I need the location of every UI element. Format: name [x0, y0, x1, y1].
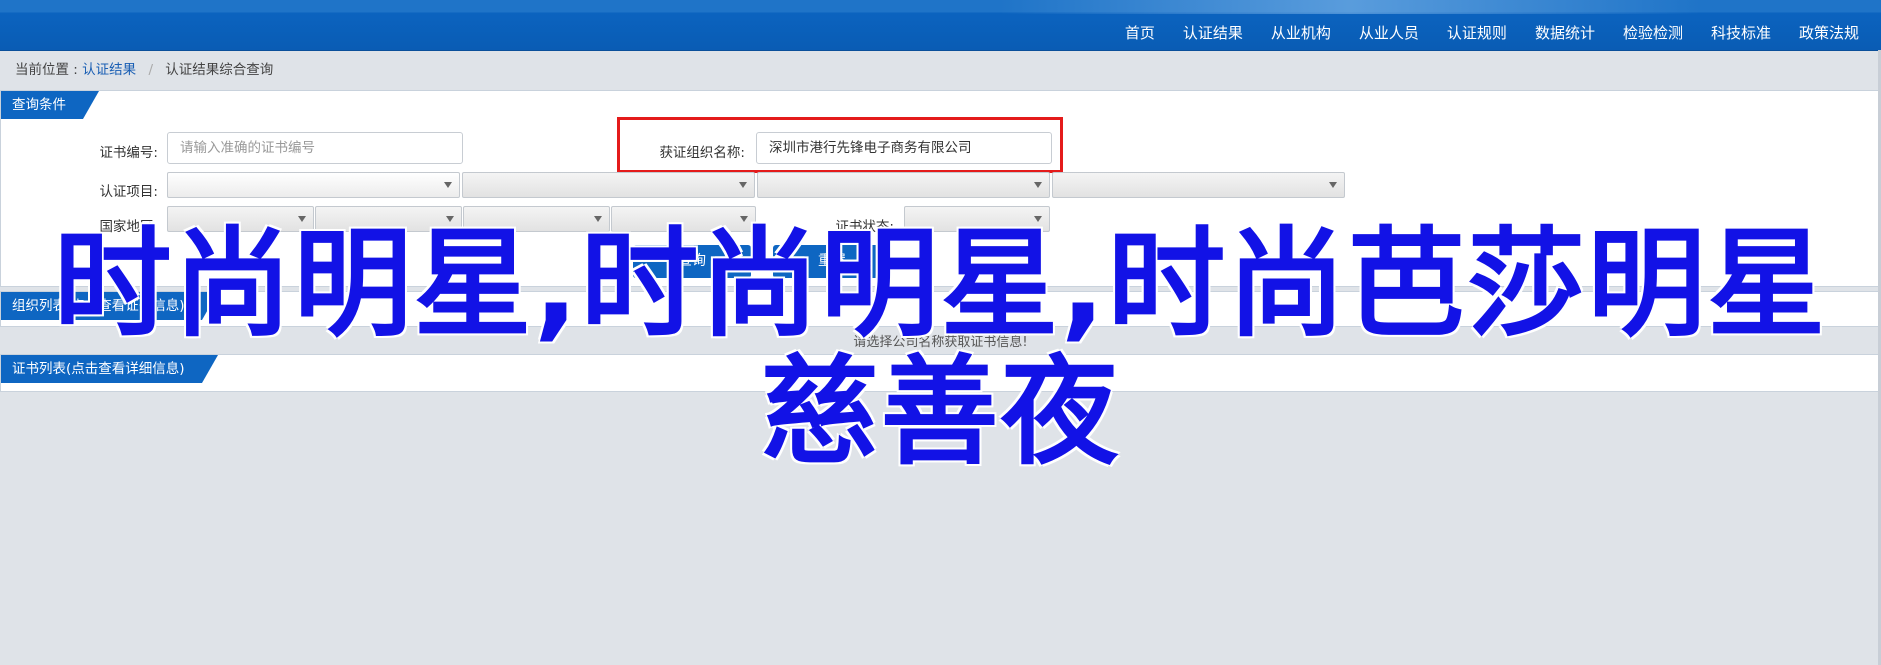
top-navigation-bar: 首页 认证结果 从业机构 从业人员 认证规则 数据统计 检验检测 科技标准 政策…	[0, 0, 1881, 51]
reset-button[interactable]: 重置	[773, 245, 891, 278]
nav-item-cert-results[interactable]: 认证结果	[1169, 18, 1257, 49]
breadcrumb-current: 认证结果综合查询	[165, 62, 274, 78]
organization-list-title: 组织列表(点击查看证书信息)	[1, 292, 218, 320]
certificate-list-panel: 证书列表(点击查看详细信息)	[0, 354, 1881, 392]
cert-no-input[interactable]: 请输入准确的证书编号	[167, 132, 463, 164]
certificate-list-title: 证书列表(点击查看详细信息)	[1, 355, 218, 383]
region-select-3[interactable]	[463, 206, 610, 232]
chevron-down-icon	[1034, 216, 1042, 222]
region-select-1[interactable]	[167, 206, 314, 232]
select-company-notice: 请选择公司名称获取证书信息!	[853, 335, 1028, 350]
chevron-down-icon	[446, 216, 454, 222]
breadcrumb-prefix: 当前位置 :	[15, 62, 78, 78]
organization-list-panel: 组织列表(点击查看证书信息)	[0, 291, 1881, 327]
cert-status-label: 证书状态:	[835, 219, 894, 235]
main-nav: 首页 认证结果 从业机构 从业人员 认证规则 数据统计 检验检测 科技标准 政策…	[1111, 18, 1873, 49]
nav-item-policies[interactable]: 政策法规	[1785, 18, 1873, 49]
breadcrumb-link-cert-results[interactable]: 认证结果	[82, 62, 136, 78]
chevron-down-icon	[444, 182, 452, 188]
search-button[interactable]: 查询	[633, 245, 751, 278]
breadcrumb-separator: /	[148, 62, 153, 78]
cert-no-label: 证书编号:	[99, 145, 158, 161]
query-panel-title: 查询条件	[1, 91, 99, 119]
project-select-4[interactable]	[1052, 172, 1345, 198]
org-highlight-box	[617, 117, 1063, 173]
header-decoration	[1000, 0, 1700, 14]
region-select-2[interactable]	[315, 206, 462, 232]
nav-item-statistics[interactable]: 数据统计	[1521, 18, 1609, 49]
nav-item-personnel[interactable]: 从业人员	[1345, 18, 1433, 49]
project-select-2[interactable]	[462, 172, 755, 198]
project-label: 认证项目:	[99, 184, 158, 200]
chevron-down-icon	[1329, 182, 1337, 188]
chevron-down-icon	[1034, 182, 1042, 188]
chevron-down-icon	[594, 216, 602, 222]
nav-item-cert-rules[interactable]: 认证规则	[1433, 18, 1521, 49]
region-select-4[interactable]	[611, 206, 756, 232]
nav-item-home[interactable]: 首页	[1111, 18, 1169, 49]
nav-item-standards[interactable]: 科技标准	[1697, 18, 1785, 49]
chevron-down-icon	[739, 182, 747, 188]
cert-status-select[interactable]	[904, 206, 1050, 232]
nav-item-institutions[interactable]: 从业机构	[1257, 18, 1345, 49]
breadcrumb: 当前位置 : 认证结果 / 认证结果综合查询	[15, 58, 273, 78]
chevron-down-icon	[298, 216, 306, 222]
region-label: 国家地区:	[99, 219, 158, 235]
chevron-down-icon	[740, 216, 748, 222]
nav-item-inspection[interactable]: 检验检测	[1609, 18, 1697, 49]
project-select-1[interactable]	[167, 172, 460, 198]
project-select-3[interactable]	[757, 172, 1050, 198]
